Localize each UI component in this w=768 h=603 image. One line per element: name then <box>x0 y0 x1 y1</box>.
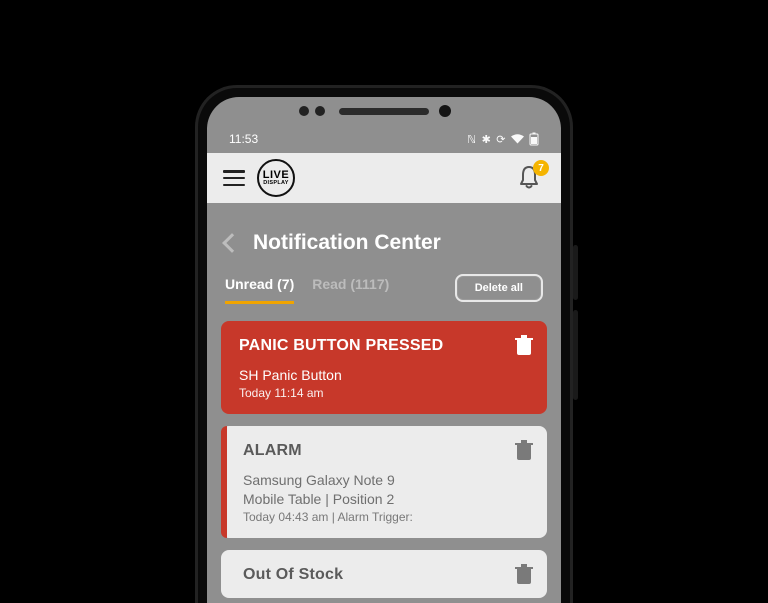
page-title: Notification Center <box>253 231 441 255</box>
card-title: PANIC BUTTON PRESSED <box>239 337 529 355</box>
sync-icon: ⟳ <box>496 133 506 146</box>
status-bar: 11:53 ℕ ✱ ⟳ <box>207 125 561 153</box>
camera-dot <box>439 105 451 117</box>
phone-screen: 11:53 ℕ ✱ ⟳ <box>207 97 561 603</box>
logo-line2: DISPLAY <box>263 181 288 187</box>
card-timestamp: Today 04:43 am | Alarm Trigger: <box>243 510 529 524</box>
card-title: Out Of Stock <box>243 566 529 584</box>
card-line: Samsung Galaxy Note 9 <box>243 472 529 488</box>
notification-card-alarm[interactable]: ALARM Samsung Galaxy Note 9 Mobile Table… <box>221 426 547 538</box>
battery-icon <box>529 132 539 146</box>
phone-frame: 11:53 ℕ ✱ ⟳ <box>195 85 573 603</box>
bell-badge: 7 <box>533 160 549 176</box>
back-button[interactable] <box>222 233 242 253</box>
notification-list[interactable]: PANIC BUTTON PRESSED SH Panic Button Tod… <box>221 321 547 603</box>
tab-read[interactable]: Read (1117) <box>312 276 389 300</box>
card-timestamp: Today 11:14 am <box>239 386 529 400</box>
card-line: Mobile Table | Position 2 <box>243 491 529 507</box>
status-icons: ℕ ✱ ⟳ <box>467 132 539 146</box>
delete-all-button[interactable]: Delete all <box>455 274 543 302</box>
sensor-bar <box>207 97 561 125</box>
page-title-row: Notification Center <box>207 221 561 265</box>
tab-unread[interactable]: Unread (7) <box>225 276 294 300</box>
notification-card-panic[interactable]: PANIC BUTTON PRESSED SH Panic Button Tod… <box>221 321 547 414</box>
status-time: 11:53 <box>229 132 258 146</box>
phone-side-button <box>573 245 578 300</box>
notification-card-oos[interactable]: Out Of Stock <box>221 550 547 598</box>
speaker-grille <box>339 108 429 115</box>
nfc-icon: ℕ <box>467 133 476 146</box>
bluetooth-icon: ✱ <box>482 133 492 146</box>
delete-icon[interactable] <box>515 564 533 584</box>
notifications-button[interactable]: 7 <box>517 164 545 192</box>
hamburger-icon[interactable] <box>223 170 245 186</box>
delete-icon[interactable] <box>515 440 533 460</box>
delete-icon[interactable] <box>515 335 533 355</box>
card-line: SH Panic Button <box>239 367 529 383</box>
app-header: LIVE DISPLAY 7 <box>207 153 561 203</box>
phone-side-button <box>573 310 578 400</box>
tabs-row: Unread (7) Read (1117) Delete all <box>207 269 561 307</box>
sensor-dot <box>315 106 325 116</box>
app-logo[interactable]: LIVE DISPLAY <box>257 159 295 197</box>
wifi-icon <box>511 134 524 144</box>
sensor-dot <box>299 106 309 116</box>
card-title: ALARM <box>243 442 529 460</box>
